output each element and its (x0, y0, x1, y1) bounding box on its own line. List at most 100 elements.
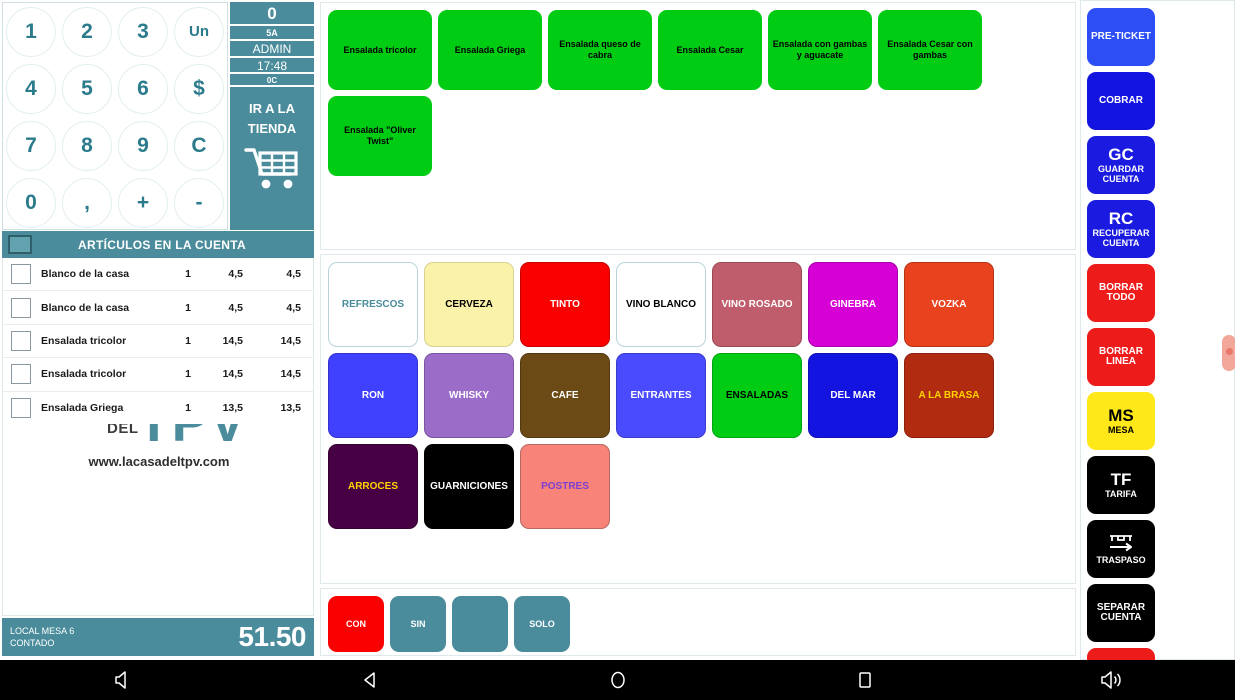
item-price: 13,5 (222, 401, 243, 414)
item-qty: 1 (185, 268, 191, 281)
back-icon[interactable] (247, 669, 494, 691)
category-button[interactable]: WHISKY (424, 353, 514, 438)
keypad-key-label: 3 (118, 6, 168, 57)
table-row[interactable]: Ensalada tricolor 1 14,5 14,5 (3, 325, 313, 359)
item-name: Blanco de la casa (41, 301, 130, 314)
category-button[interactable]: DEL MAR (808, 353, 898, 438)
keypad-key-7[interactable]: 7 (3, 117, 59, 174)
product-button[interactable]: Ensalada queso de cabra (548, 10, 652, 90)
keypad-key-un[interactable]: Un (171, 3, 227, 60)
category-button[interactable]: VINO BLANCO (616, 262, 706, 347)
function-label: BORRAR LINEA (1099, 345, 1143, 367)
keypad-key-1[interactable]: 1 (3, 3, 59, 60)
keypad-key-9[interactable]: 9 (115, 117, 171, 174)
volume-down-icon[interactable] (0, 669, 247, 691)
function-button[interactable]: MS MESA (1087, 392, 1155, 450)
category-button[interactable]: A LA BRASA (904, 353, 994, 438)
function-button[interactable]: BORRAR LINEA (1087, 328, 1155, 386)
item-qty: 1 (185, 401, 191, 414)
category-button[interactable]: POSTRES (520, 444, 610, 529)
category-button[interactable]: CAFE (520, 353, 610, 438)
keypad-key-+[interactable]: + (115, 174, 171, 231)
function-code: GC (1108, 144, 1134, 164)
keypad-key-2[interactable]: 2 (59, 3, 115, 60)
logo-url: www.lacasadeltpv.com (88, 454, 230, 469)
category-button[interactable]: REFRESCOS (328, 262, 418, 347)
products-grid: Ensalada tricolor Ensalada Griega Ensalada… (321, 3, 1075, 183)
product-button[interactable]: Ensalada Cesar (658, 10, 762, 90)
modifier-label: CON (346, 619, 366, 629)
volume-up-icon[interactable] (988, 669, 1235, 691)
items-header-title: ARTÍCULOS EN LA CUENTA (78, 237, 246, 252)
modifier-button[interactable]: SOLO (514, 596, 570, 652)
table-row[interactable]: Ensalada Griega 1 13,5 13,5 (3, 392, 313, 425)
keypad-key-$[interactable]: $ (171, 60, 227, 117)
modifier-label: SOLO (529, 619, 555, 629)
function-label: COBRAR (1099, 94, 1143, 106)
category-button[interactable]: CERVEZA (424, 262, 514, 347)
category-button[interactable]: VOZKA (904, 262, 994, 347)
table-row[interactable]: Blanco de la casa 1 4,5 4,5 (3, 291, 313, 325)
function-button[interactable]: PRE-TICKET (1087, 8, 1155, 66)
recents-icon[interactable] (741, 669, 988, 691)
keypad-key--[interactable]: - (171, 174, 227, 231)
category-button[interactable]: ENTRANTES (616, 353, 706, 438)
keypad-key-6[interactable]: 6 (115, 60, 171, 117)
category-button[interactable]: VINO ROSADO (712, 262, 802, 347)
category-button[interactable]: ARROCES (328, 444, 418, 529)
product-button[interactable]: Ensalada con gambas y aguacate (768, 10, 872, 90)
category-button[interactable]: GUARNICIONES (424, 444, 514, 529)
table-row[interactable]: Ensalada tricolor 1 14,5 14,5 (3, 358, 313, 392)
keypad-key-5[interactable]: 5 (59, 60, 115, 117)
category-button[interactable]: TINTO (520, 262, 610, 347)
items-list[interactable]: Blanco de la casa 1 4,5 4,5 Blanco de la cas… (2, 258, 314, 425)
function-button[interactable]: BORRAR TODO (1087, 264, 1155, 322)
function-button[interactable]: TF TARIFA (1087, 456, 1155, 514)
status-amount: 0 (230, 2, 314, 26)
category-button[interactable]: GINEBRA (808, 262, 898, 347)
function-label: TARIFA (1105, 488, 1137, 499)
function-button[interactable]: RC RECUPERAR CUENTA (1087, 200, 1155, 258)
modifier-button[interactable]: SIN (390, 596, 446, 652)
item-checkbox[interactable] (11, 397, 31, 418)
item-checkbox[interactable] (11, 364, 31, 385)
item-checkbox[interactable] (11, 297, 31, 318)
category-label: ENTRANTES (630, 389, 692, 401)
keypad-key-4[interactable]: 4 (3, 60, 59, 117)
product-button[interactable]: Ensalada tricolor (328, 10, 432, 90)
product-button[interactable]: Ensalada Cesar con gambas (878, 10, 982, 90)
logo-del-text: DEL (107, 424, 139, 437)
product-button[interactable]: Ensalada Griega (438, 10, 542, 90)
modifier-button[interactable] (452, 596, 508, 652)
item-price: 14,5 (222, 368, 243, 381)
item-name: Ensalada tricolor (41, 334, 127, 347)
table-row[interactable]: Blanco de la casa 1 4,5 4,5 (3, 258, 313, 292)
product-label: Ensalada Cesar (676, 44, 744, 55)
function-button[interactable]: GC GUARDAR CUENTA (1087, 136, 1155, 194)
function-button[interactable]: TRASPASO (1087, 520, 1155, 578)
item-checkbox[interactable] (11, 330, 31, 351)
keypad-key-c[interactable]: C (171, 117, 227, 174)
home-icon[interactable] (494, 669, 741, 691)
modifier-button[interactable]: CON (328, 596, 384, 652)
product-label: Ensalada tricolor (343, 44, 417, 55)
shopping-cart-icon (244, 145, 300, 196)
keypad-key-8[interactable]: 8 (59, 117, 115, 174)
total-bar-location: LOCAL MESA 6 (10, 626, 75, 636)
function-button[interactable]: COBRAR (1087, 72, 1155, 130)
item-name: Blanco de la casa (41, 268, 130, 281)
category-button[interactable]: RON (328, 353, 418, 438)
select-all-checkbox[interactable] (8, 235, 32, 254)
category-button[interactable]: ENSALADAS (712, 353, 802, 438)
logo-tpv-text: TPV (137, 424, 247, 454)
keypad-key-0[interactable]: 0 (3, 174, 59, 231)
keypad-key-,[interactable]: , (59, 174, 115, 231)
function-button[interactable]: SEPARAR CUENTA (1087, 584, 1155, 642)
go-to-store-button[interactable]: IR A LA TIENDA (230, 87, 314, 227)
product-button[interactable]: Ensalada "Oliver Twist" (328, 96, 432, 176)
status-counter: 0C (230, 74, 314, 87)
keypad-key-3[interactable]: 3 (115, 3, 171, 60)
item-checkbox[interactable] (11, 264, 31, 285)
scroll-indicator[interactable] (1222, 335, 1235, 371)
category-label: DEL MAR (830, 389, 876, 401)
